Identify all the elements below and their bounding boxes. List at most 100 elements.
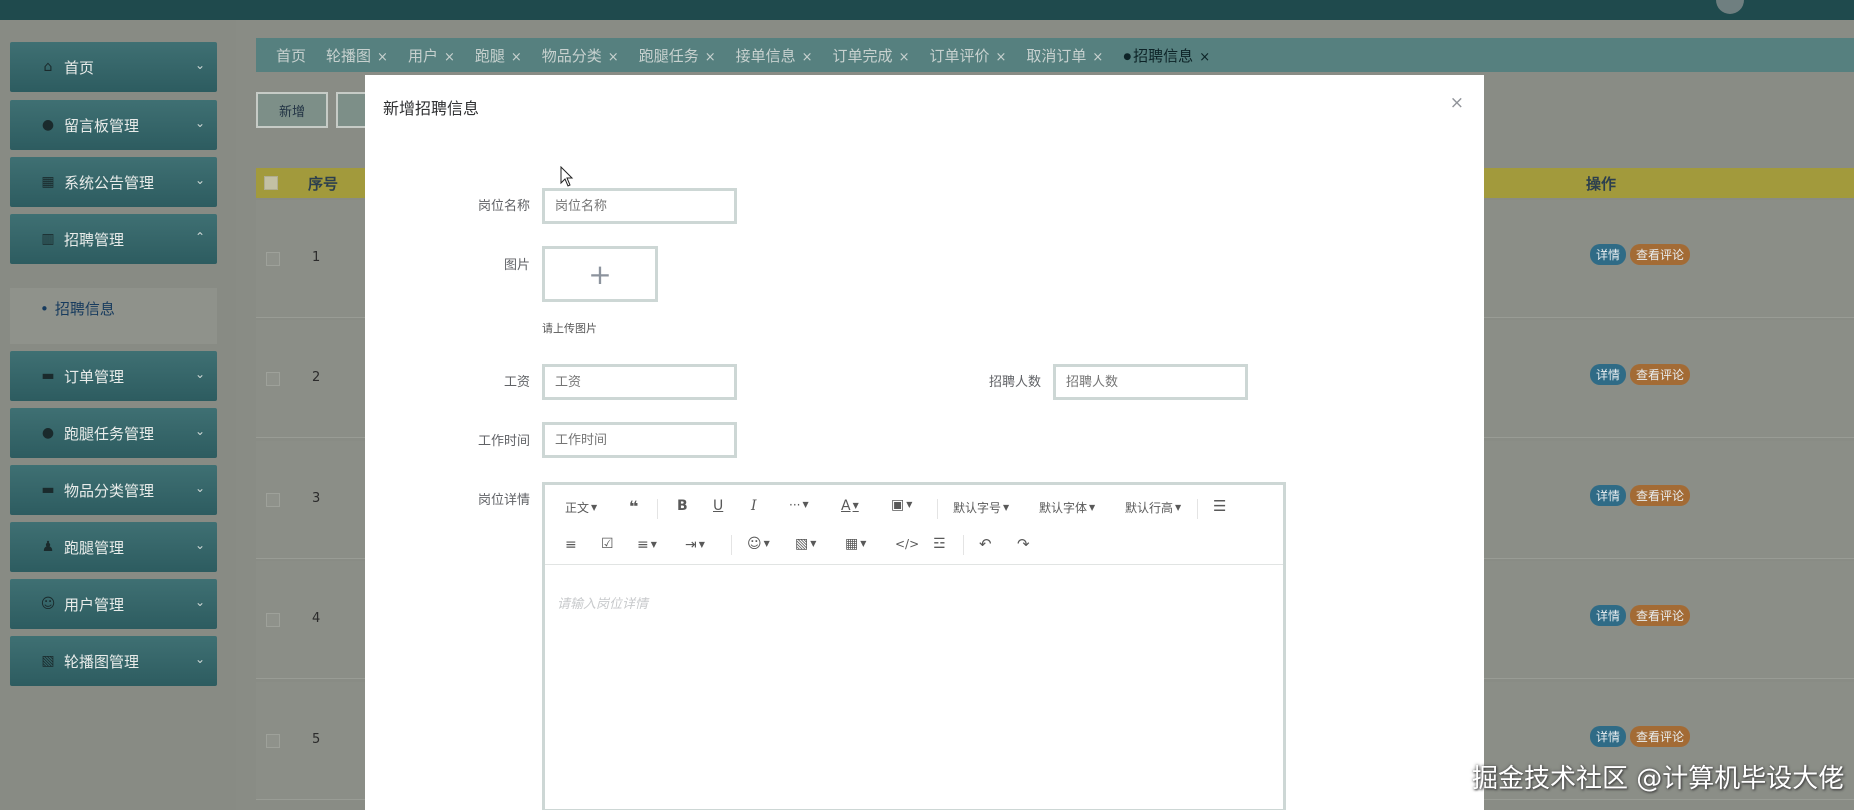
close-icon[interactable]: × [995,50,1006,65]
todo-list-icon[interactable]: ☑ [601,536,614,552]
italic-icon[interactable]: I [751,498,757,514]
close-icon[interactable]: × [705,50,716,65]
sidebar: ⌂ 首页 ⌄ ● 留言板管理 ⌄ ▦ 系统公告管理 ⌄ ▥ 招聘管理 ⌃ 招聘信… [0,20,236,810]
column-index[interactable]: 序号 [308,173,338,194]
undo-icon[interactable]: ↶ [979,535,992,553]
editor-placeholder[interactable]: 请输入岗位详情 [557,593,648,612]
detail-button[interactable]: 详情 [1590,485,1627,506]
view-comments-button[interactable]: 查看评论 [1630,605,1691,626]
tab-order-reviews[interactable]: 订单评价 × [929,45,1006,66]
tab-recruitment-info[interactable]: 招聘信息 × [1123,45,1210,66]
underline-icon[interactable]: U [713,498,723,514]
add-button[interactable]: 新增 [256,92,328,128]
bold-icon[interactable]: B [677,498,688,514]
close-icon[interactable]: × [1450,93,1464,113]
table-icon[interactable]: ▦ ▼ [845,536,866,552]
sidebar-item-label: 用户管理 [64,595,125,614]
sidebar-item-item-categories[interactable]: ▬ 物品分类管理 ⌄ [10,465,217,515]
font-size-dropdown[interactable]: 默认字号 ▼ [953,499,1009,516]
tab-order-completed[interactable]: 订单完成 × [833,45,910,66]
detail-button[interactable]: 详情 [1590,605,1627,626]
tab-runners[interactable]: 跑腿 × [475,45,522,66]
tab-users[interactable]: 用户 × [408,45,455,66]
sidebar-item-carousel[interactable]: ▧ 轮播图管理 ⌄ [10,636,217,686]
sidebar-item-announcements[interactable]: ▦ 系统公告管理 ⌄ [10,157,217,207]
sidebar-item-errand-tasks[interactable]: ● 跑腿任务管理 ⌄ [10,408,217,458]
tab-home[interactable]: 首页 [276,45,306,66]
row-checkbox[interactable] [266,372,280,386]
bulleted-list-icon[interactable]: ☰ [1213,497,1226,515]
tab-carousel[interactable]: 轮播图 × [326,45,388,66]
line-height-dropdown[interactable]: 默认行高 ▼ [1125,499,1181,516]
more-styles-icon[interactable]: ··· ▼ [789,498,809,512]
tab-label: 取消订单 [1026,46,1087,65]
close-icon[interactable]: × [802,50,813,65]
quote-icon[interactable]: ❝ [629,497,638,516]
sidebar-subitem-recruitment-info[interactable]: 招聘信息 [40,298,115,319]
row-checkbox[interactable] [266,252,280,266]
headcount-input[interactable] [1053,364,1248,400]
indent-icon[interactable]: ⇥ ▼ [685,537,705,553]
mouse-cursor-icon [560,166,574,187]
view-comments-button[interactable]: 查看评论 [1630,485,1691,506]
close-icon[interactable]: × [899,50,910,65]
detail-button[interactable]: 详情 [1590,244,1627,265]
chevron-down-icon: ⌄ [194,595,205,609]
toolbar-divider [963,535,964,555]
row-checkbox[interactable] [266,613,280,627]
tab-errand-tasks[interactable]: 跑腿任务 × [639,45,716,66]
image-insert-icon[interactable]: ▧ ▼ [795,536,816,552]
view-comments-button[interactable]: 查看评论 [1630,244,1691,265]
tab-accepted-orders[interactable]: 接单信息 × [736,45,813,66]
font-color-icon[interactable]: A ▼ [841,498,859,514]
sidebar-item-users[interactable]: ☺ 用户管理 ⌄ [10,579,217,629]
tab-item-categories[interactable]: 物品分类 × [542,45,619,66]
sidebar-item-recruitment[interactable]: ▥ 招聘管理 ⌃ [10,214,217,264]
watermark: 掘金技术社区 @计算机毕设大佬 [1472,764,1845,794]
numbered-list-icon[interactable]: ≡ [565,537,577,553]
column-operations[interactable]: 操作 [1586,173,1616,194]
toolbar-divider [937,499,938,519]
close-icon[interactable]: × [1092,50,1103,65]
close-icon[interactable]: × [1199,50,1210,65]
detail-button[interactable]: 详情 [1590,364,1627,385]
tab-label: 招聘信息 [1133,46,1194,65]
code-icon[interactable]: </> [895,537,919,551]
tab-label: 跑腿 [474,46,505,65]
divider-line-icon[interactable]: ☲ [933,536,946,552]
detail-button[interactable]: 详情 [1590,726,1627,747]
row-operations: 详情 查看评论 [1590,726,1691,747]
sidebar-item-runners[interactable]: ♟ 跑腿管理 ⌄ [10,522,217,572]
row-checkbox[interactable] [266,493,280,507]
background-color-icon[interactable]: ▣ ▼ [891,497,912,513]
sidebar-item-home[interactable]: ⌂ 首页 ⌄ [10,42,217,92]
select-all-checkbox[interactable] [264,176,278,190]
sidebar-item-orders[interactable]: ▬ 订单管理 ⌄ [10,351,217,401]
view-comments-button[interactable]: 查看评论 [1630,364,1691,385]
paragraph-format-dropdown[interactable]: 正文 ▼ [565,499,597,516]
building-icon: ▥ [41,231,55,247]
justify-icon[interactable]: ≡ ▼ [637,537,657,553]
row-checkbox[interactable] [266,734,280,748]
close-icon[interactable]: × [444,50,455,65]
dialog-title: 新增招聘信息 [383,99,480,118]
close-icon[interactable]: × [377,50,388,65]
row-index: 5 [312,732,321,747]
image-upload-button[interactable]: + [542,246,658,302]
tab-cancel-orders[interactable]: 取消订单 × [1026,45,1103,66]
view-comments-button[interactable]: 查看评论 [1630,726,1691,747]
close-icon[interactable]: × [608,50,619,65]
close-icon[interactable]: × [511,50,522,65]
font-family-dropdown[interactable]: 默认字体 ▼ [1039,499,1095,516]
avatar[interactable] [1716,0,1744,14]
salary-label: 工资 [503,375,530,390]
work-time-input[interactable] [542,422,737,458]
job-name-input[interactable] [542,188,737,224]
sidebar-item-label: 首页 [64,58,95,77]
emoji-icon[interactable]: ☺ ▼ [747,536,770,552]
chat-icon: ● [41,117,55,133]
sidebar-item-message-board[interactable]: ● 留言板管理 ⌄ [10,100,217,150]
salary-input[interactable] [542,364,737,400]
redo-icon[interactable]: ↷ [1017,535,1030,553]
tab-label: 接单信息 [735,46,796,65]
